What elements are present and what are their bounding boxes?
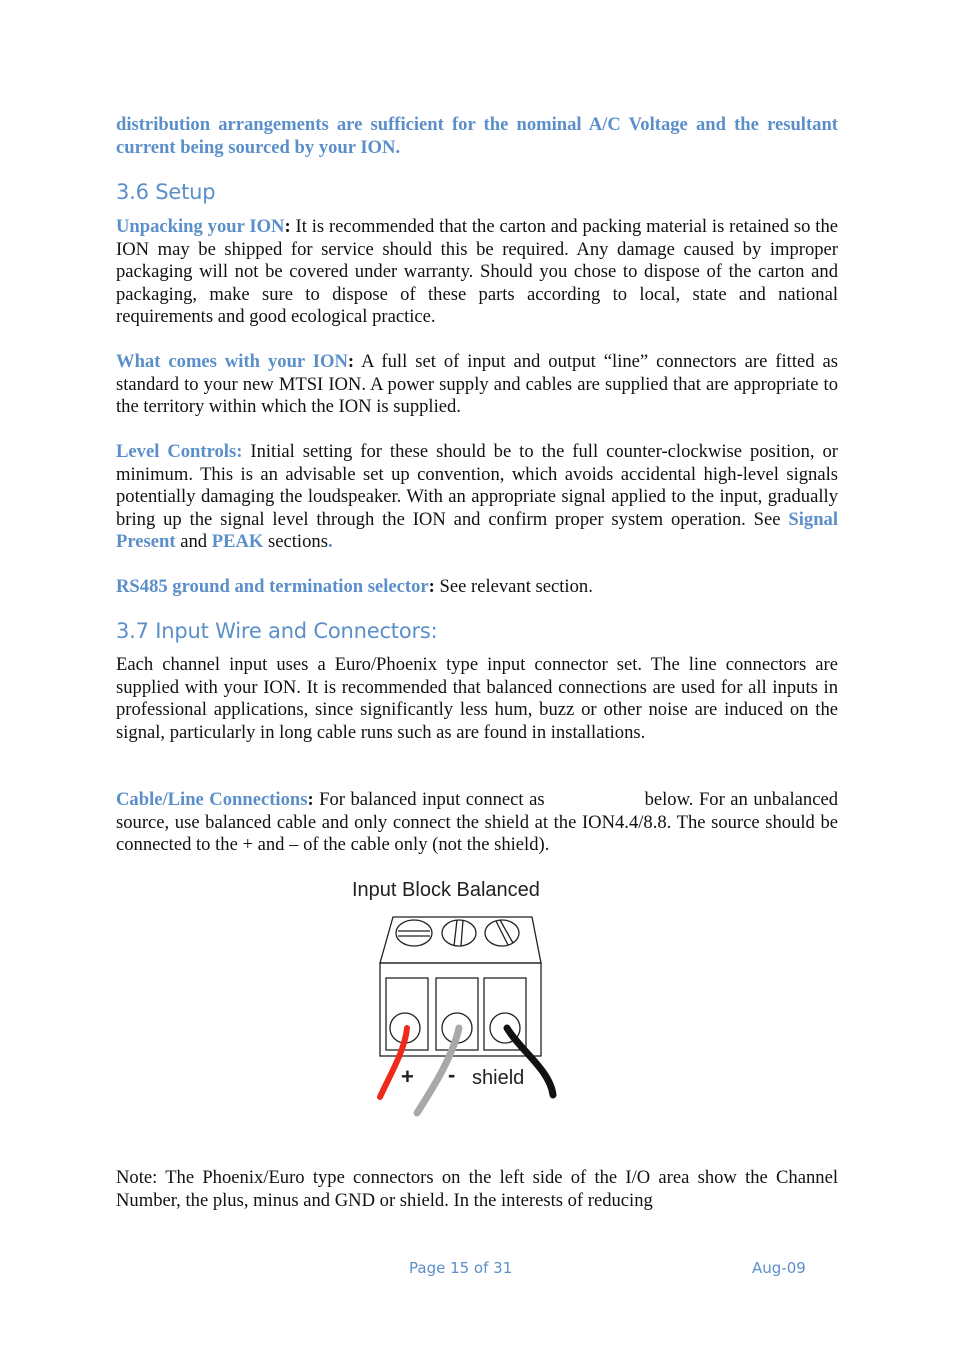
unpacking-paragraph: Unpacking your ION: It is recommended th… — [116, 216, 838, 329]
rs485-text: See relevant section. — [434, 576, 593, 597]
rs485-label: RS485 ground and termination selector — [116, 576, 429, 597]
what-comes-paragraph: What comes with your ION: A full set of … — [116, 351, 838, 419]
input-block-balanced-figure: Input Block Balanced + - shield — [345, 875, 600, 1120]
cable-connections-paragraph: Cable/Line Connections: For balanced inp… — [116, 789, 838, 857]
cable-connections-label: Cable/Line Connections — [116, 789, 308, 810]
note-paragraph: Note: The Phoenix/Euro type connectors o… — [116, 1167, 838, 1211]
shield-label: shield — [472, 1067, 524, 1089]
minus-label: - — [448, 1062, 455, 1087]
level-controls-text-3: sections — [263, 531, 328, 553]
input-wire-paragraph: Each channel input uses a Euro/Phoenix t… — [116, 654, 838, 743]
section-heading-setup: 3.6 Setup — [116, 180, 216, 204]
cable-connections-text-1: For balanced input connect as — [313, 789, 545, 810]
screw-1-icon — [395, 919, 433, 947]
rs485-paragraph: RS485 ground and termination selector: S… — [116, 576, 838, 599]
what-comes-label: What comes with your ION — [116, 351, 348, 372]
peak-link[interactable]: PEAK — [212, 531, 264, 552]
screw-2-icon — [441, 919, 477, 947]
section-heading-input-wire: 3.7 Input Wire and Connectors: — [116, 619, 438, 643]
level-controls-paragraph: Level Controls: Initial setting for thes… — [116, 441, 838, 554]
footer-date: Aug-09 — [752, 1259, 806, 1277]
page-number: Page 15 of 31 — [409, 1259, 513, 1277]
terminal-shield-slot — [483, 977, 527, 1051]
level-controls-period: . — [327, 531, 333, 553]
level-controls-text-2: and — [175, 531, 212, 553]
figure-title: Input Block Balanced — [352, 879, 540, 901]
connector-diagram: + - shield — [377, 916, 557, 1117]
level-controls-label: Level Controls: — [116, 441, 243, 462]
intro-paragraph: distribution arrangements are sufficient… — [116, 114, 838, 158]
plus-label: + — [401, 1064, 414, 1089]
unpacking-label: Unpacking your ION — [116, 216, 285, 237]
